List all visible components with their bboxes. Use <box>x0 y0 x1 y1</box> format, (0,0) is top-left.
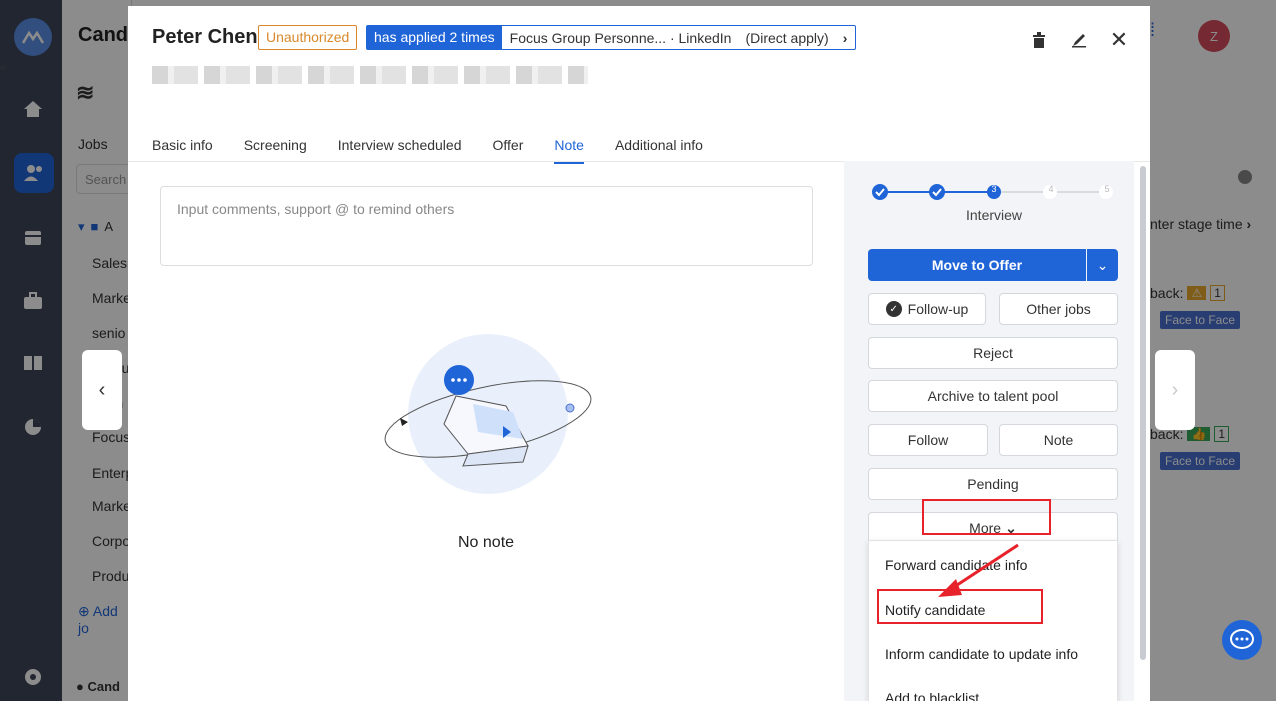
candidate-name: Peter Chen <box>152 26 258 48</box>
applied-count-label: has applied 2 times <box>367 26 502 49</box>
blurred-contact-info <box>152 66 588 84</box>
chat-support-button[interactable] <box>1222 620 1262 660</box>
applied-info[interactable]: has applied 2 times Focus Group Personne… <box>366 25 857 50</box>
next-candidate-button[interactable]: › <box>1155 350 1195 430</box>
follow-button[interactable]: Follow <box>868 424 988 456</box>
reject-button[interactable]: Reject <box>868 337 1118 369</box>
follow-up-button[interactable]: ✓ Follow-up <box>868 293 986 325</box>
trash-icon[interactable] <box>1027 28 1051 52</box>
empty-note-text: No note <box>458 534 515 551</box>
prev-candidate-button[interactable]: ‹ <box>82 350 122 430</box>
chevron-down-icon: ⌄ <box>1096 256 1109 273</box>
tab-additional-info[interactable]: Additional info <box>615 134 703 164</box>
chat-icon <box>1230 629 1254 649</box>
applied-method: (Direct apply) <box>745 29 829 46</box>
tab-bar: Basic info Screening Interview scheduled… <box>152 134 703 164</box>
archive-talent-pool-button[interactable]: Archive to talent pool <box>868 380 1118 412</box>
note-input[interactable]: Input comments, support @ to remind othe… <box>160 186 813 266</box>
empty-note-illustration <box>384 334 592 494</box>
tab-screening[interactable]: Screening <box>244 134 307 164</box>
menu-item-blacklist[interactable]: Add to blacklist <box>885 690 979 701</box>
annotation-arrow <box>938 543 1019 597</box>
note-button[interactable]: Note <box>999 424 1118 456</box>
chevron-left-icon: ‹ <box>98 378 106 401</box>
status-badge[interactable]: Unauthorized <box>258 25 358 50</box>
chevron-right-icon: › <box>842 29 848 46</box>
chevron-right-icon: › <box>1171 378 1179 401</box>
menu-item-inform-update[interactable]: Inform candidate to update info <box>885 646 1078 662</box>
edit-icon[interactable] <box>1067 28 1091 52</box>
tab-basic-info[interactable]: Basic info <box>152 134 213 164</box>
tab-note[interactable]: Note <box>554 134 584 164</box>
check-circle-icon: ✓ <box>885 301 902 317</box>
close-icon[interactable]: ✕ <box>1107 27 1131 52</box>
applied-job: Focus Group Personne... · LinkedIn <box>509 29 732 46</box>
collapse-icon[interactable]: « <box>0 62 6 73</box>
step-5-number: 5 <box>1104 184 1110 194</box>
move-to-offer-button[interactable]: Move to Offer <box>868 249 1086 281</box>
other-jobs-button[interactable]: Other jobs <box>999 293 1118 325</box>
step-3-number: 3 <box>991 184 997 194</box>
tab-interview-scheduled[interactable]: Interview scheduled <box>338 134 462 164</box>
tab-offer[interactable]: Offer <box>493 134 524 164</box>
candidate-modal: Peter Chen Unauthorized has applied 2 ti… <box>128 6 1150 701</box>
panel-scrollbar[interactable] <box>1140 166 1146 660</box>
more-highlight-box <box>922 499 1051 535</box>
stage-label: Interview <box>966 207 1023 223</box>
step-4-number: 4 <box>1048 184 1054 194</box>
move-dropdown-button[interactable]: ⌄ <box>1087 249 1118 281</box>
pending-button[interactable]: Pending <box>868 468 1118 500</box>
